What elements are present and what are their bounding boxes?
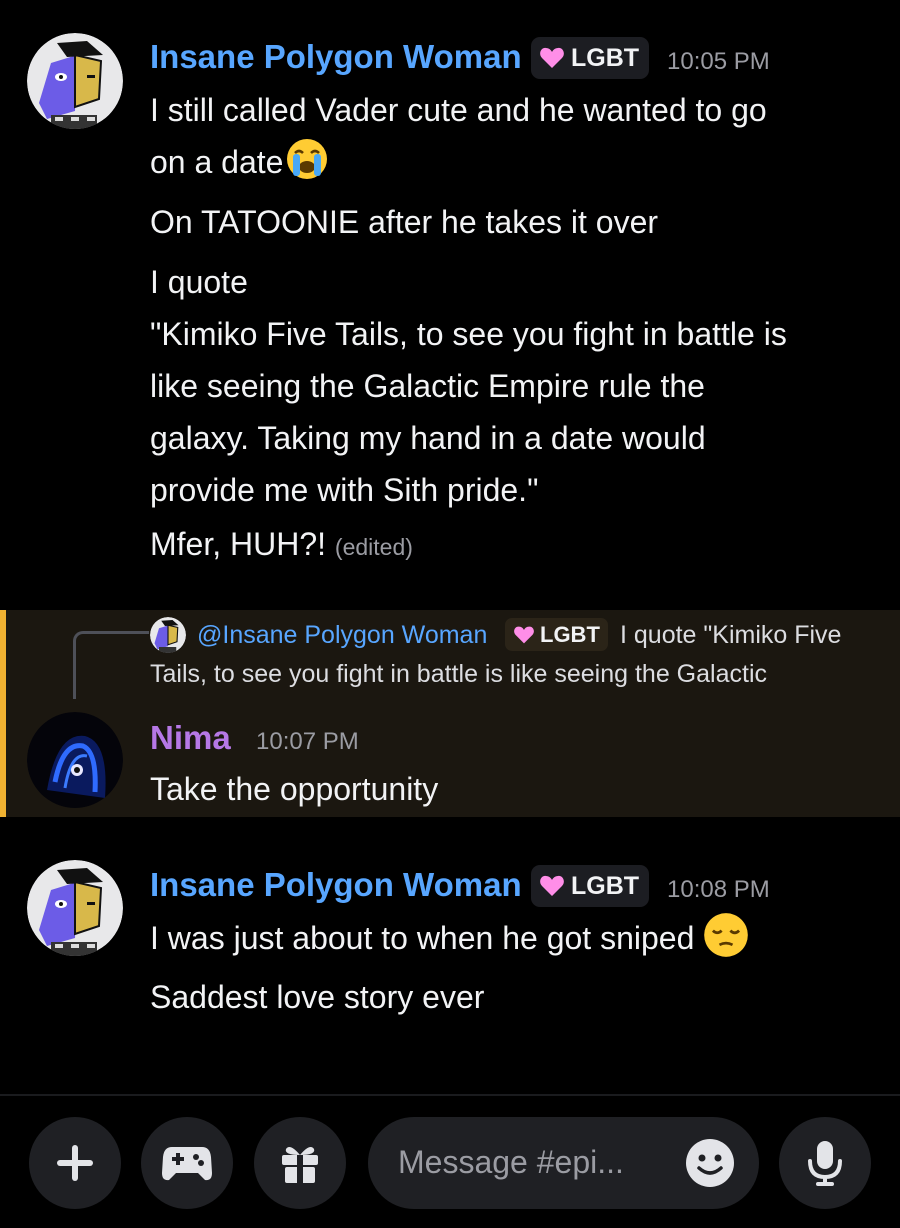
message-line: I was just about to when he got sniped [150, 911, 750, 964]
add-attachment-button[interactable] [29, 1117, 121, 1209]
reply-preview[interactable]: I quote "Kimiko Five [620, 621, 841, 650]
plus-icon [57, 1145, 93, 1181]
reply-avatar[interactable] [150, 617, 186, 653]
role-tag[interactable]: LGBT [531, 865, 650, 907]
activities-button[interactable] [141, 1117, 233, 1209]
edited-label: (edited) [334, 534, 413, 560]
heart-icon [514, 626, 534, 643]
message-line: I still called Vader cute and he wanted … [150, 92, 767, 128]
message-line: provide me with Sith pride." [150, 472, 539, 508]
reply-role-tag: LGBT [505, 618, 608, 651]
message-line: On TATOONIE after he takes it over [150, 204, 659, 240]
message-line: Saddest love story ever [150, 979, 485, 1015]
reply-preview-line[interactable]: Tails, to see you fight in battle is lik… [150, 660, 767, 689]
reply-role-tag-label: LGBT [540, 621, 600, 647]
avatar[interactable] [27, 33, 123, 129]
message-line: on a date [150, 136, 329, 188]
message-line-text: I was just about to when he got sniped [150, 920, 695, 956]
message-input-placeholder: Message #epi... [398, 1144, 624, 1180]
heart-icon [540, 47, 564, 68]
timestamp: 10:08 PM [667, 876, 770, 903]
crying-emoji-icon [287, 139, 328, 179]
role-tag-label: LGBT [571, 43, 640, 72]
reply-connector [73, 631, 149, 699]
voice-message-button[interactable] [779, 1117, 871, 1209]
message-line: galaxy. Taking my hand in a date would [150, 420, 706, 456]
message-line-text: on a date [150, 144, 284, 180]
microphone-icon [808, 1141, 842, 1186]
chat-screen: Insane Polygon Woman LGBT 10:05 PM I sti… [0, 0, 900, 1228]
avatar[interactable] [27, 712, 123, 808]
gamepad-icon [162, 1147, 212, 1181]
message-line: I quote [150, 264, 248, 300]
username[interactable]: Nima [150, 719, 231, 757]
username[interactable]: Insane Polygon Woman [150, 38, 522, 76]
avatar[interactable] [27, 860, 123, 956]
message-line: Mfer, HUH?! (edited) [150, 518, 413, 573]
emoji-icon[interactable] [684, 1137, 736, 1189]
role-tag[interactable]: LGBT [531, 37, 650, 79]
reply-mention[interactable]: @Insane Polygon Woman [197, 621, 487, 650]
gift-icon [282, 1147, 318, 1183]
gift-button[interactable] [254, 1117, 346, 1209]
role-tag-label: LGBT [571, 871, 640, 900]
timestamp: 10:05 PM [667, 48, 770, 75]
message-line: Take the opportunity [150, 771, 439, 807]
pensive-emoji-icon [704, 913, 749, 957]
heart-icon [540, 875, 564, 896]
message-line: like seeing the Galactic Empire rule the [150, 368, 705, 404]
message-line: "Kimiko Five Tails, to see you fight in … [150, 316, 787, 352]
message-input[interactable]: Message #epi... [368, 1117, 759, 1209]
message-line-text: Mfer, HUH?! [150, 526, 327, 562]
username[interactable]: Insane Polygon Woman [150, 866, 522, 904]
timestamp: 10:07 PM [256, 728, 359, 755]
composer-divider [0, 1094, 900, 1096]
